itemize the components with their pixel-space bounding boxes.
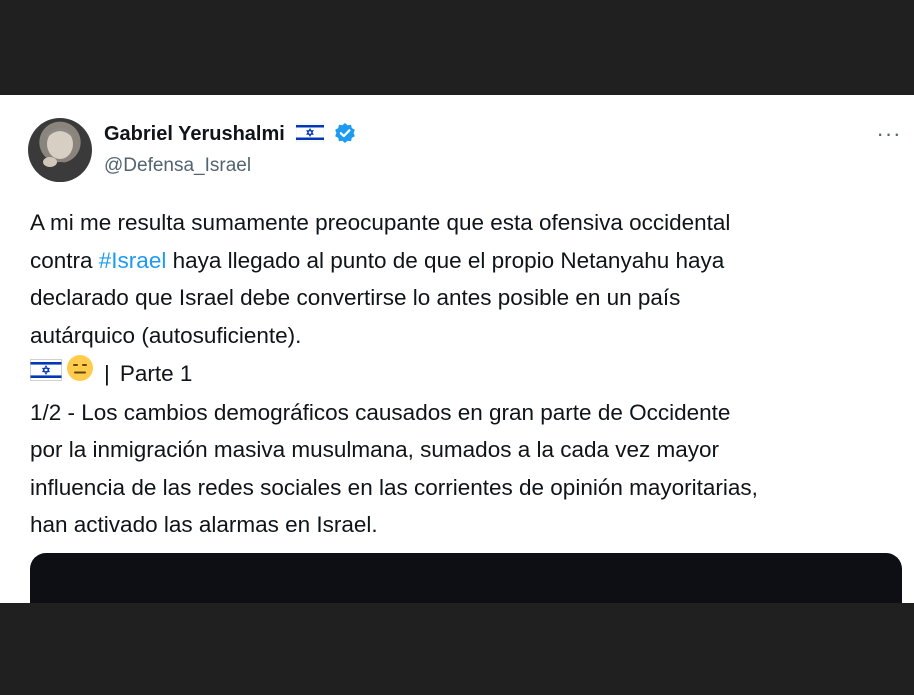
expressionless-face-emoji-icon [66,354,94,394]
author-name-row[interactable]: Gabriel Yerushalmi [104,122,356,150]
tweet-line: A mi me resulta sumamente preocupante qu… [30,210,731,235]
tweet-text: A mi me resulta sumamente preocupante qu… [30,204,910,544]
tweet-line: 1/2 - Los cambios demográficos causados … [30,399,731,425]
israel-flag-icon [296,122,325,148]
israel-flag-emoji-icon [30,355,62,393]
tweet-line: influencia de las redes sociales en las … [30,474,758,500]
author-name[interactable]: Gabriel Yerushalmi [104,123,285,145]
tweet-line: autárquico (autosuficiente). [30,322,302,348]
tweet-line: por la inmigración masiva musulmana, sum… [30,437,720,462]
letterbox-top [0,0,914,95]
author-handle[interactable]: @Defensa_Israel [104,155,251,177]
letterbox-bottom [0,603,914,695]
text-fragment: haya llegado al punto de que el propio N… [166,247,725,273]
text-fragment: contra [30,247,99,273]
avatar[interactable] [28,118,92,182]
hashtag-israel-link[interactable]: #Israel [99,248,167,273]
tweet-line: declarado que Israel debe convertirse lo… [30,285,681,310]
tweet-emoji-line: | Parte 1 [30,354,910,394]
more-options-icon[interactable]: ··· [872,123,906,145]
separator: | [104,361,110,386]
tweet-line: han activado las alarmas en Israel. [30,512,378,537]
part-label: Parte 1 [119,361,193,386]
tweet-line: contra #Israel haya llegado al punto de … [30,242,910,280]
verified-badge-icon [334,122,356,150]
